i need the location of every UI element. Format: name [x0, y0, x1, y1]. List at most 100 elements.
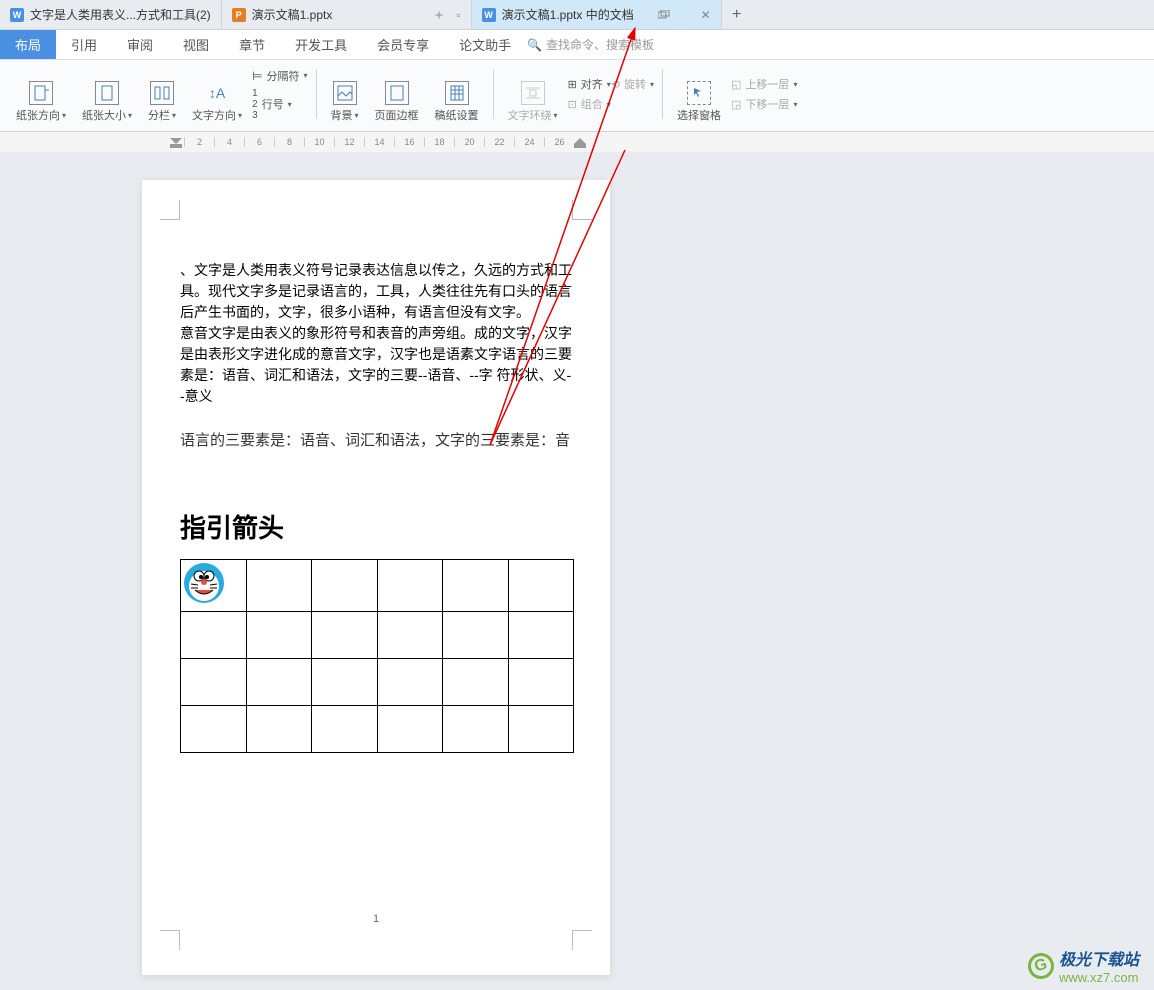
background-icon — [333, 81, 357, 105]
table-cell[interactable] — [443, 560, 509, 612]
ruler-tick: 26 — [544, 137, 574, 147]
table-row[interactable] — [181, 659, 574, 706]
paragraph[interactable]: 意音文字是由表义的象形符号和表音的声旁组。成的文字，汉字是由表形文字进化成的意音… — [180, 323, 572, 407]
draft-setup-button[interactable]: 稿纸设置 — [429, 63, 485, 125]
tab-document-3[interactable]: W 演示文稿1.pptx 中的文档 ✕ — [472, 0, 722, 29]
document-viewport[interactable]: 、文字是人类用表义符号记录表达信息以传之，久远的方式和工具。现代文字多是记录语言… — [0, 152, 1154, 990]
align-icon: ⊞ — [568, 78, 577, 91]
table-cell[interactable] — [181, 560, 247, 612]
paragraph[interactable]: 、文字是人类用表义符号记录表达信息以传之，久远的方式和工具。现代文字多是记录语言… — [180, 260, 572, 323]
search-box[interactable]: 🔍 查找命令、搜索模板 — [527, 36, 654, 53]
page-border-button[interactable]: 页面边框 — [369, 63, 425, 125]
new-tab-button[interactable]: + — [722, 0, 752, 29]
chevron-down-icon: ▾ — [650, 80, 654, 89]
separator-group: ⊨分隔符▾ 123行号▾ — [252, 63, 307, 125]
align-button[interactable]: ⊞对齐▾ — [568, 76, 611, 92]
menu-thesis[interactable]: 论文助手 — [444, 30, 526, 59]
crop-mark-icon — [160, 930, 180, 950]
page-size-icon — [95, 81, 119, 105]
watermark-logo-icon: G — [1025, 950, 1057, 982]
word-icon: W — [482, 8, 496, 22]
menu-layout[interactable]: 布局 — [0, 30, 56, 59]
paragraph[interactable]: 语言的三要素是：语音、词汇和语法，文字的三要素是：音 — [180, 425, 572, 458]
group-icon: ⊡ — [568, 98, 577, 111]
indent-marker-icon[interactable] — [170, 134, 182, 150]
background-button[interactable]: 背景▾ — [325, 63, 365, 125]
ruler-tick: 2 — [184, 137, 214, 147]
group-button[interactable]: ⊡组合▾ — [568, 96, 611, 112]
heading[interactable]: 指引箭头 — [180, 508, 572, 545]
chevron-down-icon: ▾ — [128, 111, 132, 120]
chevron-down-icon: ▾ — [554, 111, 558, 120]
text-direction-button[interactable]: ↕A 文字方向▾ — [186, 63, 248, 125]
separator — [662, 69, 663, 119]
ruler[interactable]: 2 4 6 8 10 12 14 16 18 20 22 24 26 — [0, 132, 1154, 152]
line-number-button[interactable]: 123行号▾ — [252, 88, 307, 121]
move-down-button[interactable]: ◲下移一层▾ — [731, 96, 797, 112]
search-placeholder: 查找命令、搜索模板 — [546, 36, 654, 53]
menu-references[interactable]: 引用 — [56, 30, 112, 59]
word-icon: W — [10, 8, 24, 22]
ruler-tick: 14 — [364, 137, 394, 147]
table-cell[interactable] — [377, 560, 443, 612]
detach-icon[interactable] — [658, 10, 670, 20]
chevron-down-icon: ▾ — [355, 111, 359, 120]
rotate-button[interactable]: ⟲旋转▾ — [611, 76, 654, 92]
selection-pane-button[interactable]: 选择窗格 — [671, 63, 727, 125]
tab-document-2[interactable]: P 演示文稿1.pptx ▫ — [222, 0, 472, 29]
doraemon-image — [183, 562, 225, 604]
layer-up-icon: ◱ — [731, 78, 741, 91]
move-up-button[interactable]: ◱上移一层▾ — [731, 76, 797, 92]
ruler-tick: 12 — [334, 137, 364, 147]
chevron-down-icon: ▾ — [304, 71, 308, 80]
tab-dropdown-icon[interactable]: ▫ — [456, 8, 460, 22]
rotate-icon: ⟲ — [611, 78, 620, 91]
chevron-down-icon: ▾ — [793, 80, 797, 89]
tab-bar: W 文字是人类用表义...方式和工具(2) P 演示文稿1.pptx ▫ W 演… — [0, 0, 1154, 30]
separator-button[interactable]: ⊨分隔符▾ — [252, 68, 307, 84]
crop-mark-icon — [572, 930, 592, 950]
page[interactable]: 、文字是人类用表义符号记录表达信息以传之，久远的方式和工具。现代文字多是记录语言… — [142, 180, 610, 975]
menu-view[interactable]: 视图 — [168, 30, 224, 59]
separator — [493, 69, 494, 119]
chevron-down-icon: ▾ — [238, 111, 242, 120]
tab-label: 演示文稿1.pptx 中的文档 — [502, 6, 634, 23]
ruler-tick: 6 — [244, 137, 274, 147]
page-orientation-button[interactable]: 纸张方向▾ — [10, 63, 72, 125]
table-cell[interactable] — [312, 560, 378, 612]
orientation-icon — [29, 81, 53, 105]
ruler-tick: 10 — [304, 137, 334, 147]
right-indent-marker-icon[interactable] — [574, 134, 586, 150]
align-group: ⊞对齐▾ ⊡组合▾ — [568, 63, 611, 125]
ruler-tick: 8 — [274, 137, 304, 147]
tab-document-1[interactable]: W 文字是人类用表义...方式和工具(2) — [0, 0, 222, 29]
separator — [316, 69, 317, 119]
document-table[interactable] — [180, 559, 574, 753]
table-row[interactable] — [181, 560, 574, 612]
rotate-group: ⟲旋转▾ — [611, 63, 654, 125]
page-size-button[interactable]: 纸张大小▾ — [76, 63, 138, 125]
chevron-down-icon: ▾ — [62, 111, 66, 120]
ruler-tick: 18 — [424, 137, 454, 147]
menu-sections[interactable]: 章节 — [224, 30, 280, 59]
menu-member[interactable]: 会员专享 — [362, 30, 444, 59]
table-cell[interactable] — [508, 560, 574, 612]
columns-icon — [150, 81, 174, 105]
ppt-icon: P — [232, 8, 246, 22]
close-icon[interactable]: ✕ — [701, 8, 711, 22]
menu-review[interactable]: 审阅 — [112, 30, 168, 59]
table-row[interactable] — [181, 612, 574, 659]
chevron-down-icon: ▾ — [172, 111, 176, 120]
table-row[interactable] — [181, 706, 574, 753]
watermark-url: www.xz7.com — [1059, 970, 1139, 985]
ruler-tick: 4 — [214, 137, 244, 147]
text-wrap-button[interactable]: 文字环绕▾ — [502, 63, 564, 125]
ruler-tick: 22 — [484, 137, 514, 147]
columns-button[interactable]: 分栏▾ — [142, 63, 182, 125]
menu-dev-tools[interactable]: 开发工具 — [280, 30, 362, 59]
watermark-text: 极光下载站 — [1059, 946, 1139, 970]
layer-group: ◱上移一层▾ ◲下移一层▾ — [731, 63, 797, 125]
table-cell[interactable] — [246, 560, 312, 612]
ruler-tick: 16 — [394, 137, 424, 147]
menu-bar: 布局 引用 审阅 视图 章节 开发工具 会员专享 论文助手 🔍 查找命令、搜索模… — [0, 30, 1154, 60]
